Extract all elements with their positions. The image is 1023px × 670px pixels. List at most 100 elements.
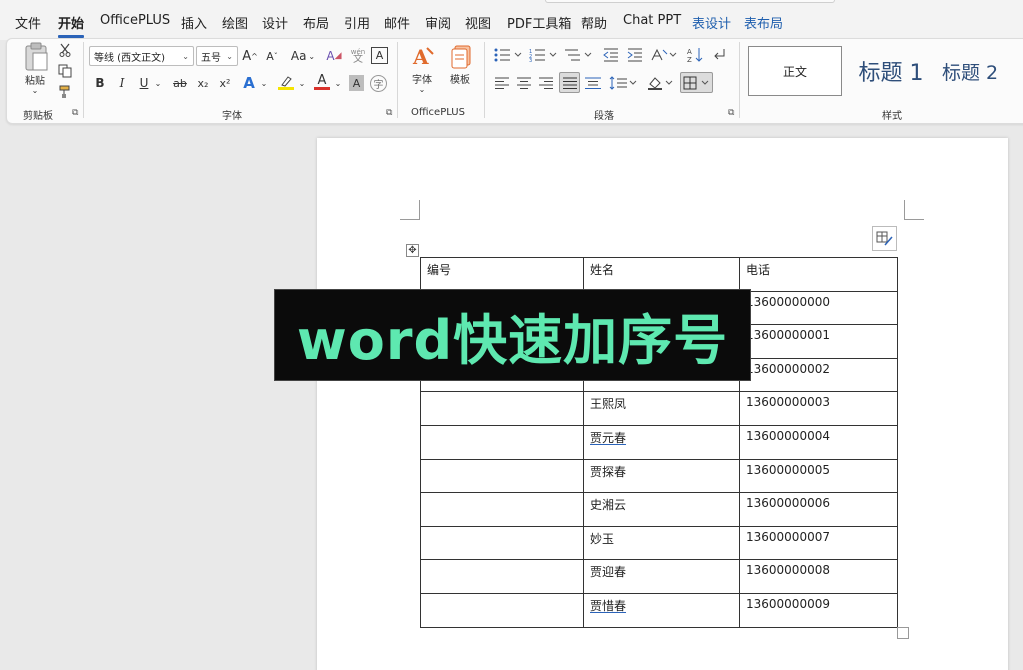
cell-number[interactable] xyxy=(420,492,584,527)
line-spacing-icon[interactable] xyxy=(608,74,638,92)
underline-button[interactable]: U xyxy=(136,74,152,92)
style-heading1[interactable]: 标题 1 xyxy=(846,46,936,96)
header-cell-number[interactable]: 编号 xyxy=(420,257,584,292)
cell-phone[interactable]: 13600000002 xyxy=(739,357,898,393)
cell-phone[interactable]: 13600000006 xyxy=(739,492,898,527)
borders-icon[interactable] xyxy=(680,72,713,93)
template-icon[interactable] xyxy=(448,44,474,70)
cell-phone[interactable]: 13600000008 xyxy=(739,559,898,594)
menu-view[interactable]: 视图 xyxy=(465,13,491,32)
menu-design[interactable]: 设计 xyxy=(262,13,288,32)
subscript-button[interactable]: x₂ xyxy=(194,74,212,92)
format-painter-icon[interactable] xyxy=(57,84,73,100)
table-resize-handle[interactable] xyxy=(897,627,909,639)
chevron-down-icon[interactable]: ⌄ xyxy=(416,83,428,95)
decrease-indent-icon[interactable] xyxy=(602,46,620,64)
cell-number[interactable] xyxy=(420,559,584,594)
table-move-handle-icon[interactable]: ✥ xyxy=(406,244,419,257)
chinese-layout-icon[interactable] xyxy=(650,46,678,64)
cell-phone[interactable]: 13600000004 xyxy=(739,424,898,460)
change-case-button[interactable]: Aa ⌄ xyxy=(288,46,318,66)
menu-file[interactable]: 文件 xyxy=(15,13,41,32)
font-name-select[interactable]: 等线 (西文正文) ⌄ xyxy=(89,46,194,66)
chevron-down-icon[interactable]: ⌄ xyxy=(332,74,344,92)
officeplus-font-icon[interactable]: A xyxy=(410,44,436,70)
font-launcher-icon[interactable]: ⧉ xyxy=(386,108,392,118)
header-cell-phone[interactable]: 电话 xyxy=(739,257,898,292)
menu-table-design[interactable]: 表设计 xyxy=(692,13,731,32)
shading-icon[interactable] xyxy=(646,74,674,92)
menu-chat-ppt[interactable]: Chat PPT xyxy=(623,13,681,28)
strikethrough-button[interactable]: ab xyxy=(170,74,190,92)
enclose-char-icon[interactable]: 字 xyxy=(370,75,387,92)
cell-name[interactable]: 贾迎春 xyxy=(583,559,740,594)
shrink-font-button[interactable]: Aˇ xyxy=(264,46,280,66)
bullets-icon[interactable] xyxy=(493,46,523,64)
menu-pdf-toolbox[interactable]: PDF工具箱 xyxy=(507,13,571,32)
cell-phone[interactable]: 13600000009 xyxy=(739,592,898,628)
clipboard-launcher-icon[interactable]: ⧉ xyxy=(72,108,78,118)
font-color-button[interactable]: A xyxy=(312,72,332,92)
multilevel-list-icon[interactable] xyxy=(563,46,593,64)
numbering-icon[interactable]: 123 xyxy=(528,46,558,64)
menu-table-layout[interactable]: 表布局 xyxy=(744,13,783,32)
template-label[interactable]: 模板 xyxy=(446,71,474,86)
increase-indent-icon[interactable] xyxy=(626,46,644,64)
menu-officeplus[interactable]: OfficePLUS xyxy=(100,13,170,28)
cell-phone[interactable]: 13600000000 xyxy=(739,290,898,326)
show-marks-icon[interactable] xyxy=(710,46,728,64)
menu-help[interactable]: 帮助 xyxy=(581,13,607,32)
menu-home[interactable]: 开始 xyxy=(58,13,85,38)
cell-name[interactable]: 史湘云 xyxy=(583,492,740,527)
cell-phone[interactable]: 13600000001 xyxy=(739,324,898,359)
align-left-icon[interactable] xyxy=(493,74,511,92)
distribute-icon[interactable] xyxy=(584,74,602,92)
sort-icon[interactable]: AZ xyxy=(686,46,704,64)
cell-name[interactable]: 王熙凤 xyxy=(583,391,740,426)
clear-format-button[interactable]: A ◢ xyxy=(324,46,344,66)
paste-button[interactable] xyxy=(20,42,52,72)
char-shading-button[interactable]: A xyxy=(349,75,364,91)
cut-icon[interactable] xyxy=(57,42,73,58)
menu-draw[interactable]: 绘图 xyxy=(222,13,248,32)
font-size-select[interactable]: 五号 ⌄ xyxy=(196,46,238,66)
align-center-icon[interactable] xyxy=(515,74,533,92)
italic-button[interactable]: I xyxy=(114,74,130,92)
paste-dropdown-icon[interactable]: ⌄ xyxy=(29,84,41,96)
bold-button[interactable]: B xyxy=(92,74,108,92)
superscript-button[interactable]: x² xyxy=(216,74,234,92)
menu-layout[interactable]: 布局 xyxy=(303,13,329,32)
menu-references[interactable]: 引用 xyxy=(344,13,370,32)
style-heading2[interactable]: 标题 2 xyxy=(942,46,1023,96)
cell-name[interactable]: 妙玉 xyxy=(583,525,740,561)
cell-phone[interactable]: 13600000003 xyxy=(739,391,898,426)
grow-font-button[interactable]: A ^ xyxy=(242,46,258,66)
highlight-color-button[interactable] xyxy=(276,72,296,92)
cell-name[interactable]: 贾元春 xyxy=(583,424,740,460)
cell-number[interactable] xyxy=(420,592,584,628)
chevron-down-icon[interactable]: ⌄ xyxy=(296,74,308,92)
align-right-icon[interactable] xyxy=(537,74,555,92)
chevron-down-icon[interactable]: ⌄ xyxy=(152,74,164,92)
cell-number[interactable] xyxy=(420,391,584,426)
header-cell-name[interactable]: 姓名 xyxy=(583,257,740,292)
cell-name[interactable]: 贾惜春 xyxy=(583,592,740,628)
layout-options-icon[interactable] xyxy=(872,226,897,251)
menu-mailings[interactable]: 邮件 xyxy=(384,13,410,32)
cell-name[interactable]: 贾探春 xyxy=(583,458,740,494)
paragraph-launcher-icon[interactable]: ⧉ xyxy=(728,108,734,118)
cell-number[interactable] xyxy=(420,458,584,494)
text-effects-button[interactable]: A xyxy=(240,74,258,92)
char-border-button[interactable]: A xyxy=(371,47,388,64)
copy-icon[interactable] xyxy=(57,63,73,79)
cell-number[interactable] xyxy=(420,525,584,561)
menu-review[interactable]: 审阅 xyxy=(425,13,451,32)
justify-icon[interactable] xyxy=(559,72,580,93)
cell-phone[interactable]: 13600000007 xyxy=(739,525,898,561)
cell-phone[interactable]: 13600000005 xyxy=(739,458,898,494)
phonetic-guide-button[interactable]: wén 文 xyxy=(349,46,367,66)
chevron-down-icon[interactable]: ⌄ xyxy=(258,74,270,92)
cell-number[interactable] xyxy=(420,424,584,460)
menu-insert[interactable]: 插入 xyxy=(181,13,207,32)
style-normal[interactable]: 正文 xyxy=(748,46,842,96)
